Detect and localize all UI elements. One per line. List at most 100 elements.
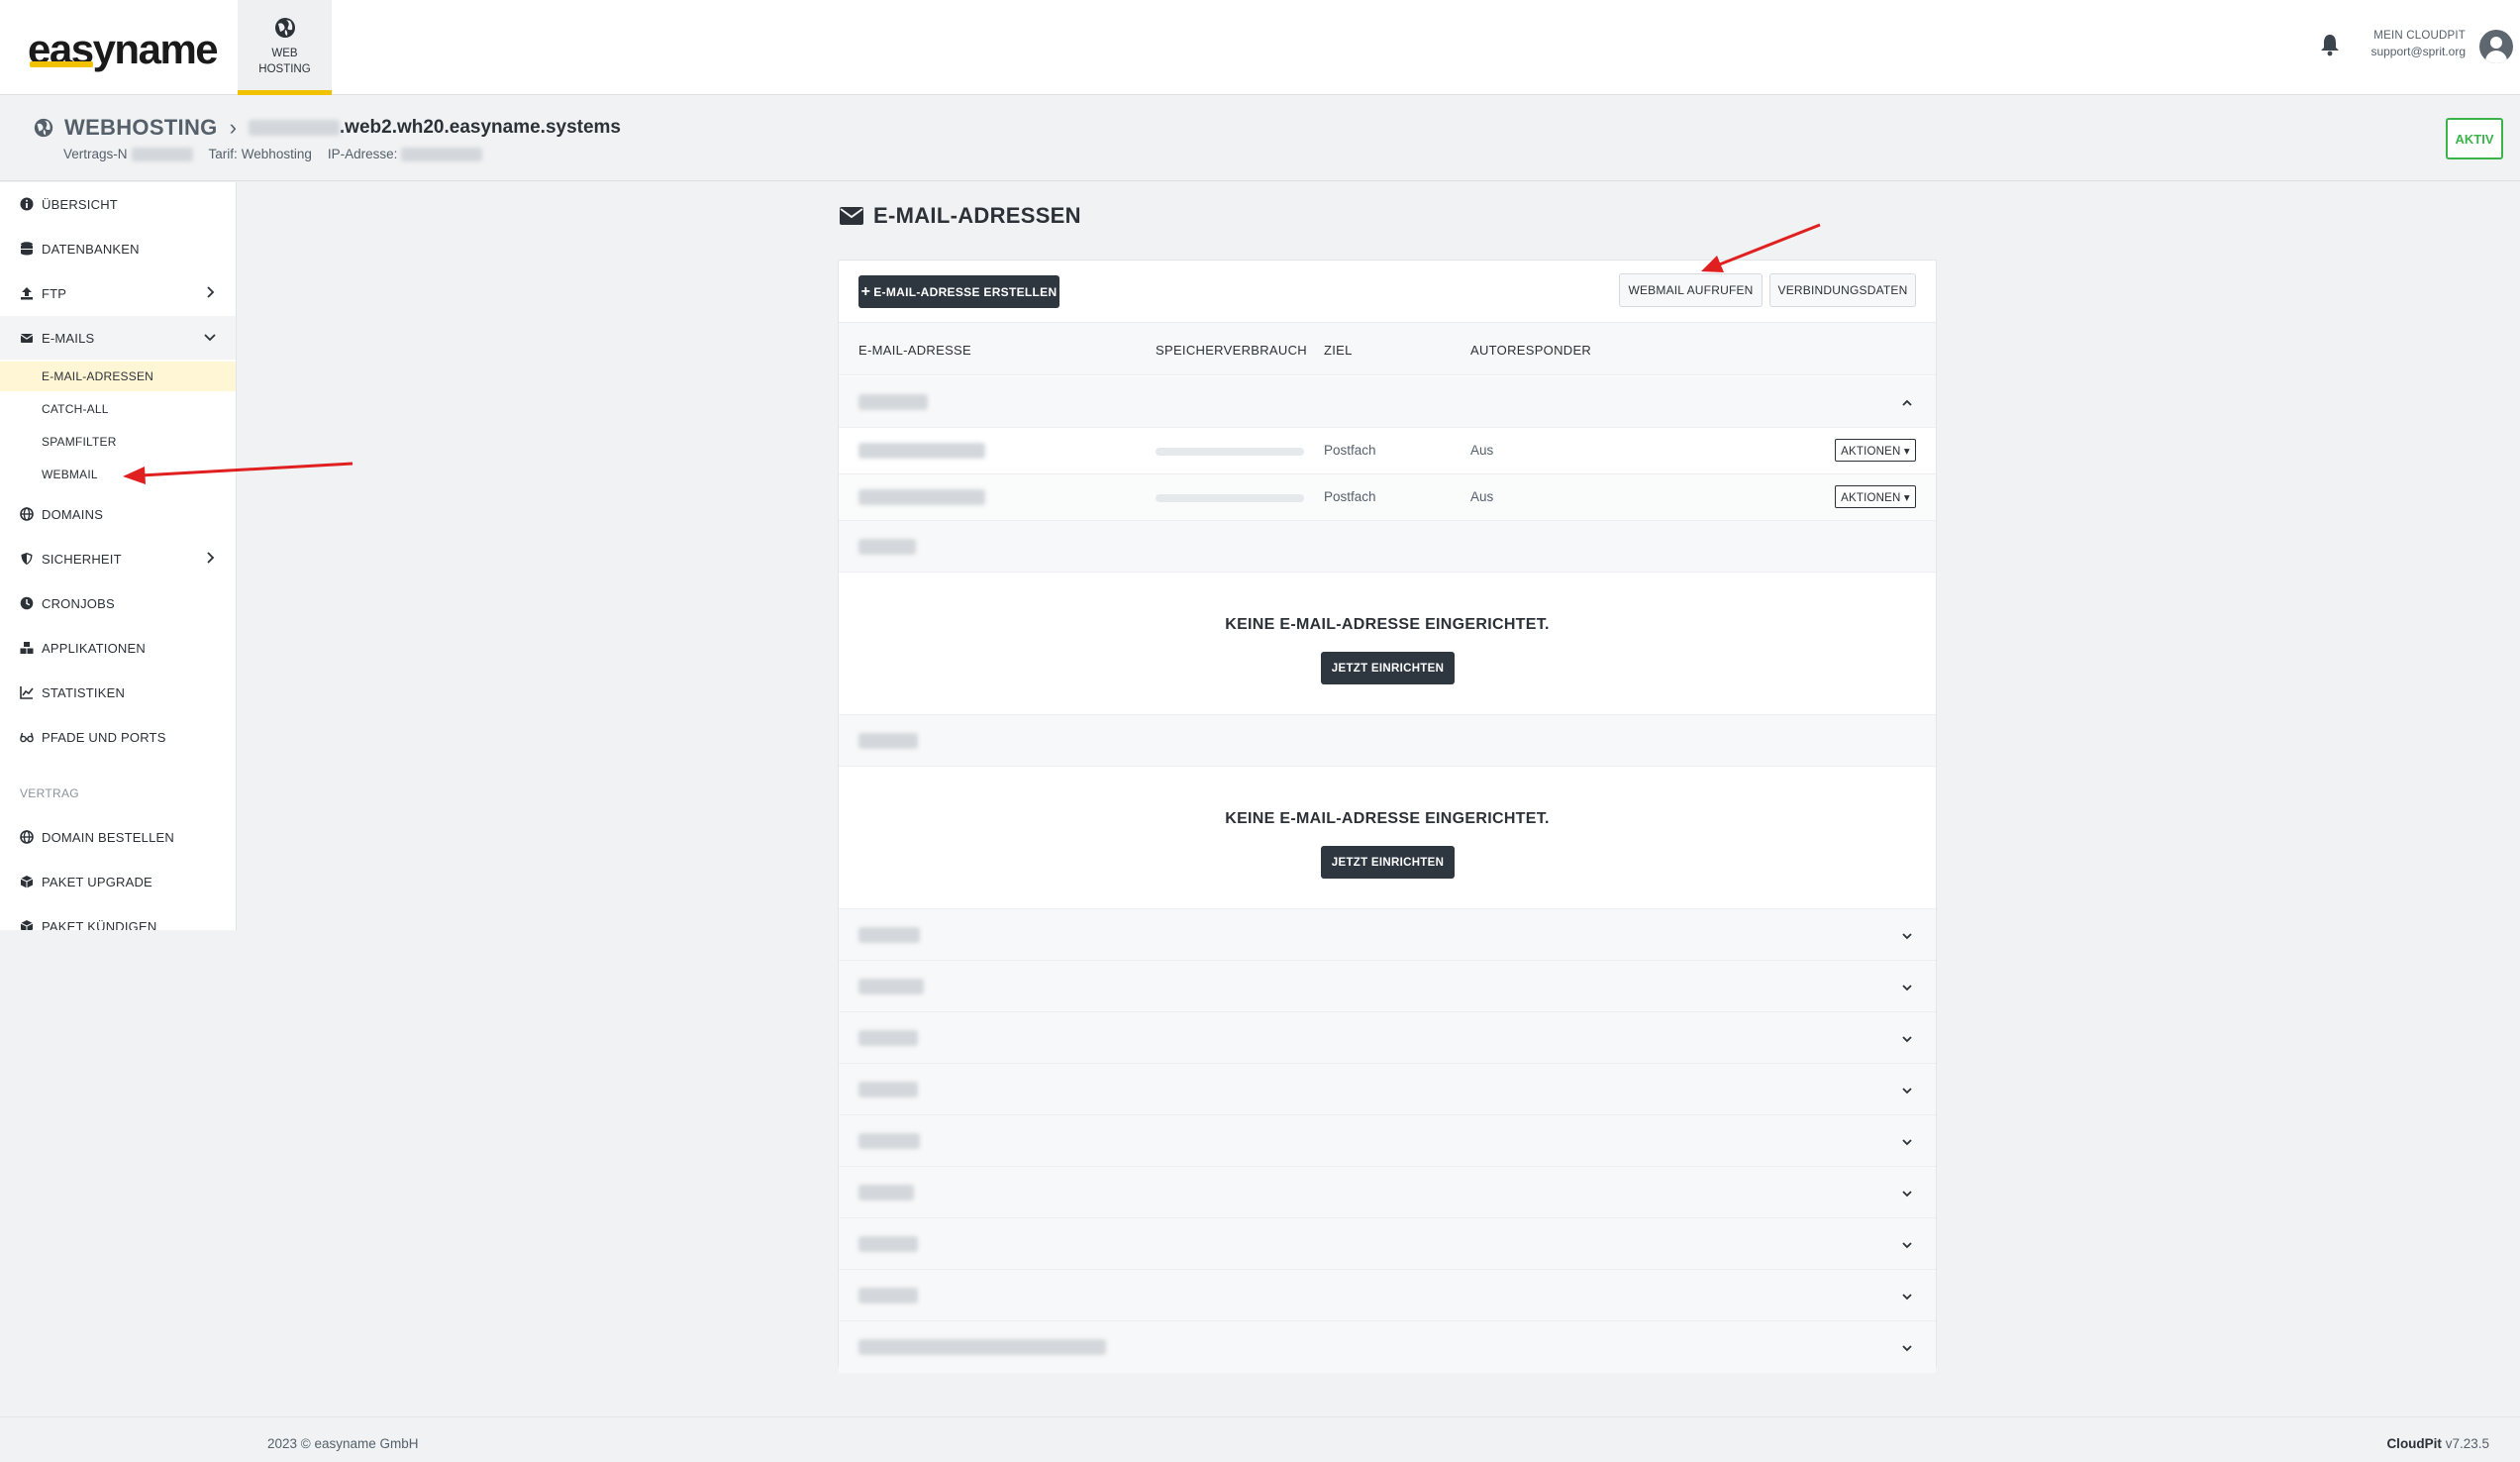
top-navigation: easyname WEB HOSTING MEIN CLOUDPIT suppo… bbox=[0, 0, 2520, 95]
redacted-domain bbox=[858, 1288, 918, 1304]
sidebar-section-contract: VERTRAG bbox=[20, 786, 79, 800]
upload-icon bbox=[21, 287, 33, 300]
sidebar-item-overview[interactable]: ÜBERSICHT bbox=[0, 182, 236, 226]
domain-group-row[interactable] bbox=[839, 1064, 1936, 1115]
sidebar-item-label: PAKET UPGRADE bbox=[42, 874, 152, 889]
sidebar-item-databases[interactable]: DATENBANKEN bbox=[0, 227, 236, 270]
boxes-icon bbox=[20, 642, 34, 654]
bell-icon[interactable] bbox=[2319, 33, 2341, 56]
sidebar-item-label: DATENBANKEN bbox=[42, 241, 140, 257]
tariff-value: Webhosting bbox=[241, 147, 312, 161]
chevron-down-icon bbox=[204, 334, 216, 342]
sidebar-item-statistics[interactable]: STATISTIKEN bbox=[0, 671, 236, 714]
account-email: support@sprit.org bbox=[2370, 45, 2466, 58]
sidebar-item-domains[interactable]: DOMAINS bbox=[0, 492, 236, 536]
avatar[interactable] bbox=[2479, 30, 2513, 63]
domain-group-row[interactable] bbox=[839, 1012, 1936, 1064]
breadcrumb-chevron-icon: › bbox=[229, 115, 237, 140]
sidebar-item-paths-ports[interactable]: PFADE UND PORTS bbox=[0, 715, 236, 759]
chevron-down-icon bbox=[1902, 1088, 1912, 1095]
sidebar-subitem-catch-all[interactable]: CATCH-ALL bbox=[0, 394, 236, 424]
redacted-contract-number bbox=[131, 147, 193, 161]
webhosting-icon bbox=[34, 118, 53, 138]
target-value: Postfach bbox=[1324, 489, 1376, 504]
account-title: MEIN CLOUDPIT bbox=[2373, 30, 2466, 42]
chevron-down-icon bbox=[1902, 1242, 1912, 1249]
redacted-domain bbox=[858, 733, 918, 749]
domain-group-row[interactable] bbox=[839, 1167, 1936, 1218]
sidebar-item-order-domain[interactable]: DOMAIN BESTELLEN bbox=[0, 815, 236, 859]
sidebar-item-label: STATISTIKEN bbox=[42, 684, 126, 700]
domain-group-row[interactable] bbox=[839, 715, 1936, 767]
setup-now-button[interactable]: JETZT EINRICHTEN bbox=[1321, 652, 1455, 684]
redacted-domain bbox=[858, 1185, 914, 1201]
version-info: CloudPit v7.23.5 bbox=[2386, 1436, 2489, 1451]
chevron-down-icon bbox=[1902, 1294, 1912, 1301]
redacted-ip bbox=[401, 147, 483, 161]
email-addresses-panel: + E-MAIL-ADRESSE ERSTELLEN WEBMAIL AUFRU… bbox=[838, 260, 1937, 1373]
copyright: 2023 © easyname GmbH bbox=[267, 1436, 419, 1451]
status-badge: AKTIV bbox=[2446, 118, 2503, 159]
webhosting-icon bbox=[274, 18, 295, 38]
tab-webhosting-label: WEB HOSTING bbox=[258, 48, 311, 75]
contract-label: Vertrags-N bbox=[63, 147, 128, 161]
contract-meta: Vertrags-N Tarif: Webhosting IP-Adresse: bbox=[63, 147, 483, 161]
connection-data-button[interactable]: VERBINDUNGSDATEN bbox=[1769, 273, 1916, 307]
redacted-domain bbox=[858, 1082, 918, 1097]
storage-usage-bar bbox=[1156, 448, 1304, 456]
avatar-head bbox=[2490, 37, 2502, 49]
domain-group-row[interactable] bbox=[839, 1115, 1936, 1167]
redacted-domain bbox=[858, 1030, 918, 1046]
sidebar-item-label: E-MAILS bbox=[42, 330, 95, 346]
chevron-right-icon bbox=[207, 286, 215, 298]
setup-now-button[interactable]: JETZT EINRICHTEN bbox=[1321, 846, 1455, 879]
domain-group-row[interactable] bbox=[839, 376, 1936, 428]
actions-dropdown[interactable]: AKTIONEN ▾ bbox=[1835, 485, 1916, 508]
domain-group-row[interactable] bbox=[839, 1270, 1936, 1321]
tab-webhosting[interactable]: WEB HOSTING bbox=[238, 0, 332, 95]
column-email: E-MAIL-ADRESSE bbox=[858, 343, 972, 358]
table-row: Postfach Aus AKTIONEN ▾ bbox=[839, 474, 1936, 521]
empty-message: KEINE E-MAIL-ADRESSE EINGERICHTET. bbox=[1225, 810, 1550, 827]
column-autoresponder: AUTORESPONDER bbox=[1470, 343, 1592, 358]
sidebar-item-label: PAKET KÜNDIGEN bbox=[42, 918, 157, 931]
chart-icon bbox=[20, 686, 34, 699]
tariff-label: Tarif: bbox=[208, 147, 238, 161]
webmail-button[interactable]: WEBMAIL AUFRUFEN bbox=[1619, 273, 1763, 307]
sidebar-subitem-spamfilter[interactable]: SPAMFILTER bbox=[0, 427, 236, 457]
actions-dropdown[interactable]: AKTIONEN ▾ bbox=[1835, 439, 1916, 462]
empty-state: KEINE E-MAIL-ADRESSE EINGERICHTET. JETZT… bbox=[839, 573, 1936, 715]
domain-group-row[interactable] bbox=[839, 521, 1936, 573]
redacted-domain bbox=[858, 979, 924, 994]
version-number: v7.23.5 bbox=[2445, 1436, 2489, 1451]
domain-group-row[interactable] bbox=[839, 961, 1936, 1012]
logo-underline bbox=[30, 61, 93, 67]
sidebar-item-package-upgrade[interactable]: PAKET UPGRADE bbox=[0, 860, 236, 903]
domain-group-row[interactable] bbox=[839, 909, 1936, 961]
target-value: Postfach bbox=[1324, 443, 1376, 458]
chevron-down-icon bbox=[1902, 1139, 1912, 1146]
panel-toolbar: + E-MAIL-ADRESSE ERSTELLEN WEBMAIL AUFRU… bbox=[839, 261, 1936, 322]
redacted-domain bbox=[858, 1236, 918, 1252]
column-target: ZIEL bbox=[1324, 343, 1353, 358]
sidebar-item-label: SICHERHEIT bbox=[42, 551, 122, 567]
create-email-button[interactable]: + E-MAIL-ADRESSE ERSTELLEN bbox=[858, 275, 1059, 308]
package-icon bbox=[20, 876, 34, 888]
sidebar-item-applications[interactable]: APPLIKATIONEN bbox=[0, 626, 236, 670]
sidebar-item-label: CRONJOBS bbox=[42, 595, 115, 611]
sidebar-item-cronjobs[interactable]: CRONJOBS bbox=[0, 581, 236, 625]
sidebar-item-cancel-package[interactable]: PAKET KÜNDIGEN bbox=[0, 904, 236, 931]
page-title: E-MAIL-ADRESSEN bbox=[840, 203, 1081, 229]
sidebar-item-label: APPLIKATIONEN bbox=[42, 640, 146, 656]
sidebar-item-security[interactable]: SICHERHEIT bbox=[0, 537, 236, 580]
sidebar-item-emails[interactable]: E-MAILS bbox=[0, 316, 236, 360]
breadcrumb-webhosting[interactable]: WEBHOSTING bbox=[64, 115, 218, 141]
sidebar-subitem-webmail[interactable]: WEBMAIL bbox=[0, 460, 236, 489]
domain-group-row[interactable] bbox=[839, 1321, 1936, 1373]
account-menu[interactable]: MEIN CLOUDPIT support@sprit.org bbox=[2370, 30, 2466, 58]
domain-group-row[interactable] bbox=[839, 1218, 1936, 1270]
sidebar-subitem-email-addresses[interactable]: E-MAIL-ADRESSEN bbox=[0, 362, 236, 391]
sidebar-item-ftp[interactable]: FTP bbox=[0, 271, 236, 315]
plus-icon: + bbox=[860, 282, 871, 300]
chevron-right-icon bbox=[207, 552, 215, 564]
